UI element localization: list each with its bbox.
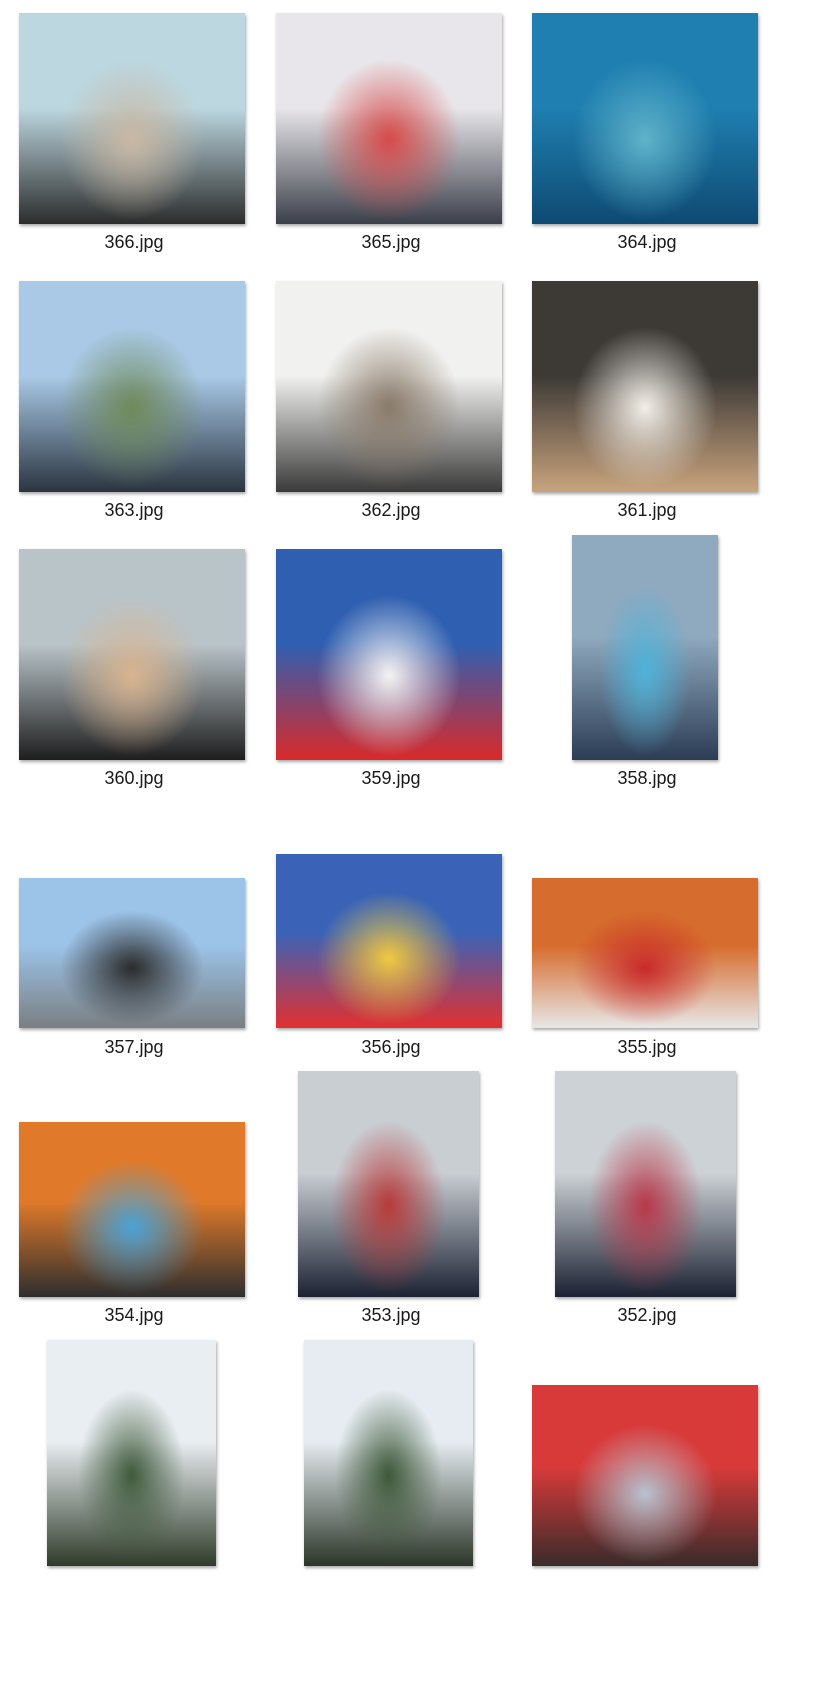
- file-name-label: 361.jpg: [617, 500, 677, 520]
- file-name-label: 357.jpg: [104, 1037, 164, 1057]
- image-thumbnail-scuba-diver[interactable]: [532, 13, 758, 224]
- thumbnail-image: [19, 1122, 245, 1297]
- thumbnail-image: [572, 535, 718, 760]
- thumbnail-image: [276, 13, 502, 224]
- image-thumbnail-birelart-kart[interactable]: [276, 549, 502, 760]
- image-thumbnail-man-carving-steak[interactable]: [19, 13, 245, 224]
- file-name-label: 362.jpg: [361, 500, 421, 520]
- file-name-label: 360.jpg: [104, 768, 164, 788]
- image-thumbnail-racer-hands-on-hips[interactable]: [555, 1071, 736, 1297]
- image-thumbnail-racer-walking-paddock[interactable]: [298, 1071, 479, 1297]
- image-thumbnail-three-friends-brick-wall[interactable]: [276, 281, 502, 492]
- file-name-label: 366.jpg: [104, 232, 164, 252]
- thumbnail-image: [276, 854, 502, 1028]
- thumbnail-image: [19, 281, 245, 492]
- image-thumbnail-racer-standing-road[interactable]: [572, 535, 718, 760]
- file-name-label: 355.jpg: [617, 1037, 677, 1057]
- thumbnail-image: [19, 878, 245, 1028]
- image-thumbnail-birthday-dinner[interactable]: [532, 281, 758, 492]
- file-name-label: 356.jpg: [361, 1037, 421, 1057]
- image-thumbnail-racing-helmet[interactable]: [532, 1385, 758, 1566]
- thumbnail-image: [276, 549, 502, 760]
- thumbnail-image: [555, 1071, 736, 1297]
- thumbnail-image: [532, 1385, 758, 1566]
- image-thumbnail-selfie-two-men[interactable]: [19, 549, 245, 760]
- image-thumbnail-kart-number-23[interactable]: [276, 854, 502, 1028]
- thumbnail-image: [298, 1071, 479, 1297]
- file-name-label: 364.jpg: [617, 232, 677, 252]
- file-name-label: 352.jpg: [617, 1305, 677, 1325]
- image-thumbnail-team-group-photo[interactable]: [532, 878, 758, 1028]
- file-name-label: 365.jpg: [361, 232, 421, 252]
- image-thumbnail-man-in-snow-2[interactable]: [304, 1340, 473, 1566]
- thumbnail-image: [532, 13, 758, 224]
- file-name-label: 358.jpg: [617, 768, 677, 788]
- image-thumbnail-friends-on-barrier[interactable]: [19, 878, 245, 1028]
- file-name-label: 354.jpg: [104, 1305, 164, 1325]
- thumbnail-image: [532, 281, 758, 492]
- thumbnail-image: [304, 1340, 473, 1566]
- file-name-label: 363.jpg: [104, 500, 164, 520]
- thumbnail-image: [19, 549, 245, 760]
- image-thumbnail-race-cars-garage[interactable]: [276, 13, 502, 224]
- thumbnail-image: [19, 13, 245, 224]
- image-thumbnail-sports-cars-track[interactable]: [19, 281, 245, 492]
- thumbnail-image: [47, 1340, 216, 1566]
- file-name-label: 353.jpg: [361, 1305, 421, 1325]
- thumbnail-image: [276, 281, 502, 492]
- file-name-label: 359.jpg: [361, 768, 421, 788]
- image-thumbnail-man-in-snow[interactable]: [47, 1340, 216, 1566]
- image-thumbnail-racers-sitting[interactable]: [19, 1122, 245, 1297]
- thumbnail-image: [532, 878, 758, 1028]
